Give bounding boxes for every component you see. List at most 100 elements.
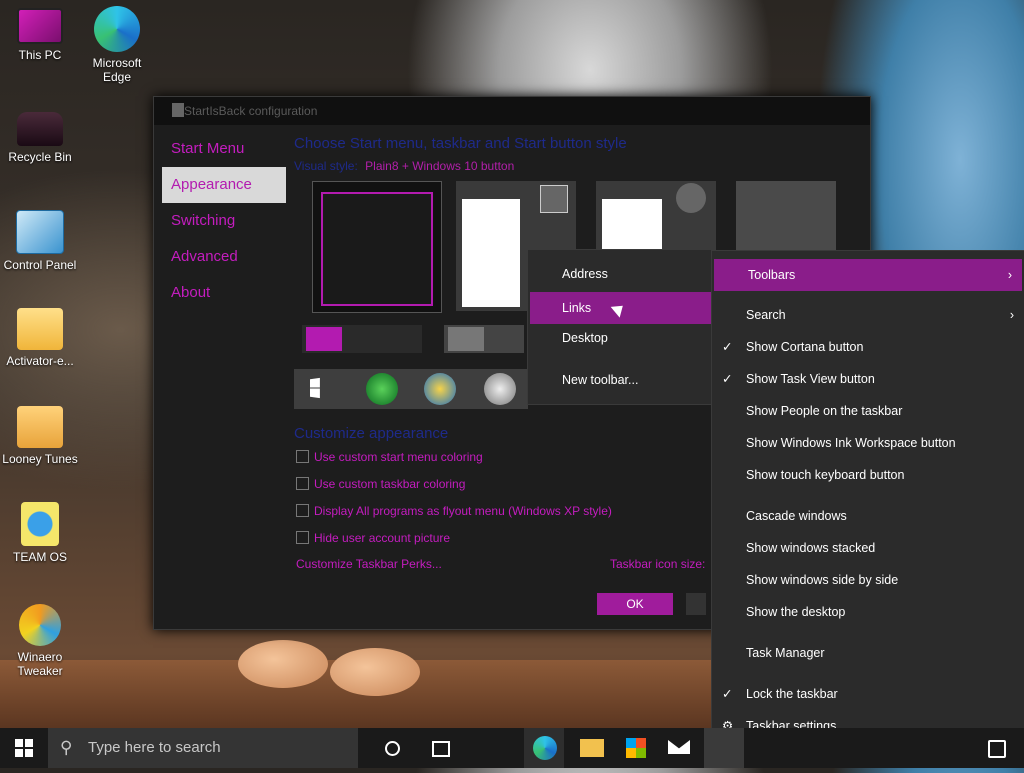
- checkbox[interactable]: [296, 504, 309, 517]
- taskbar-mail[interactable]: [660, 728, 700, 768]
- taskbar-edge[interactable]: [524, 728, 564, 768]
- desktop-icon-label: Looney Tunes: [2, 452, 78, 466]
- nav-about[interactable]: About: [162, 275, 286, 311]
- start-button[interactable]: [0, 728, 48, 768]
- menu-item-task-manager[interactable]: Task Manager: [712, 639, 1024, 667]
- menu-item-label: Show windows side by side: [746, 573, 899, 587]
- desktop-icon-recycle-bin[interactable]: Recycle Bin: [0, 112, 80, 164]
- orb-win7-icon[interactable]: [424, 373, 456, 405]
- taskbar-file-explorer[interactable]: [572, 728, 612, 768]
- desktop-icon-activator[interactable]: Activator-e...: [0, 308, 80, 368]
- windows-logo-icon: [15, 739, 33, 757]
- desktop-icon-label: Control Panel: [3, 258, 77, 272]
- menu-item-address[interactable]: Address: [528, 260, 714, 288]
- desktop-icon-label: Winaero Tweaker: [17, 650, 63, 678]
- menu-item-label: Task Manager: [746, 646, 825, 660]
- nav-start-menu[interactable]: Start Menu: [162, 131, 286, 167]
- edge-icon: [533, 736, 557, 760]
- menu-item-show-cortana[interactable]: ✓ Show Cortana button: [712, 333, 1024, 361]
- desktop-icon-label: TEAM OS: [12, 550, 67, 564]
- checkbox[interactable]: [296, 450, 309, 463]
- menu-item-search[interactable]: Search ›: [712, 301, 1024, 329]
- option-custom-start-coloring[interactable]: Use custom start menu coloring: [296, 450, 483, 464]
- desktop-icon-control-panel[interactable]: Control Panel: [0, 210, 80, 272]
- menu-item-new-toolbar[interactable]: New toolbar...: [528, 366, 714, 394]
- taskbar: ⚲ Type here to search: [0, 728, 1024, 768]
- start-orb-strip: [294, 369, 528, 409]
- orb-vista-icon[interactable]: [484, 373, 516, 405]
- option-hide-user-picture[interactable]: Hide user account picture: [296, 531, 450, 545]
- user-icon: [676, 183, 706, 213]
- checkbox[interactable]: [296, 477, 309, 490]
- menu-item-label: Show windows stacked: [746, 541, 876, 555]
- notification-icon[interactable]: [976, 728, 1016, 768]
- menu-item-toolbars[interactable]: Toolbars ›: [714, 259, 1022, 291]
- menu-item-side-by-side[interactable]: Show windows side by side: [712, 566, 1024, 594]
- action-center-icon: [988, 740, 1006, 758]
- edge-icon: [94, 6, 140, 52]
- folder-icon: [17, 308, 63, 350]
- nav-advanced[interactable]: Advanced: [162, 239, 286, 275]
- appearance-heading: Choose Start menu, taskbar and Start but…: [294, 135, 627, 152]
- start-button-style-1[interactable]: [302, 325, 422, 353]
- monitor-icon: [17, 8, 63, 44]
- nav-switching[interactable]: Switching: [162, 203, 286, 239]
- windows-logo-icon[interactable]: [310, 377, 320, 399]
- desktop-icon-looney-tunes[interactable]: Looney Tunes: [0, 406, 80, 466]
- ok-button[interactable]: OK: [597, 593, 673, 615]
- menu-item-stacked[interactable]: Show windows stacked: [712, 534, 1024, 562]
- desktop-icon-team-os[interactable]: TEAM OS: [0, 502, 80, 564]
- taskbar-startisback[interactable]: [704, 728, 744, 768]
- control-panel-icon: [16, 210, 64, 254]
- taskbar-search-box[interactable]: ⚲ Type here to search: [48, 728, 358, 768]
- style-thumb-plain8[interactable]: [312, 181, 442, 313]
- file-explorer-icon: [580, 739, 604, 757]
- menu-item-label: New toolbar...: [562, 373, 639, 387]
- start-button-style-2[interactable]: [444, 325, 524, 353]
- config-nav: Start Menu Appearance Switching Advanced…: [162, 131, 286, 311]
- menu-item-show-people[interactable]: Show People on the taskbar: [712, 397, 1024, 425]
- menu-item-desktop[interactable]: Desktop: [528, 324, 714, 352]
- option-label: Display All programs as flyout menu (Win…: [314, 504, 612, 518]
- folder-icon: [17, 406, 63, 448]
- desktop-icon-this-pc[interactable]: This PC: [0, 8, 80, 62]
- cancel-button[interactable]: [686, 593, 706, 615]
- menu-item-show-touch-keyboard[interactable]: Show touch keyboard button: [712, 461, 1024, 489]
- nav-appearance[interactable]: Appearance: [162, 167, 286, 203]
- task-view-button[interactable]: [420, 728, 460, 768]
- checkmark-icon: ✓: [722, 687, 733, 701]
- menu-item-cascade[interactable]: Cascade windows: [712, 502, 1024, 530]
- visual-style-value: Plain8 + Windows 10 button: [365, 159, 515, 173]
- taskbar-context-menu: Toolbars › Search › ✓ Show Cortana button ✓…: [711, 250, 1024, 746]
- menu-item-lock-taskbar[interactable]: ✓ Lock the taskbar: [712, 680, 1024, 708]
- checkbox[interactable]: [296, 531, 309, 544]
- menu-item-label: Cascade windows: [746, 509, 847, 523]
- app-icon: [172, 103, 184, 117]
- mouse-pointer-icon: [610, 300, 628, 318]
- taskbar-store[interactable]: [616, 728, 656, 768]
- option-flyout-programs[interactable]: Display All programs as flyout menu (Win…: [296, 504, 612, 518]
- menu-item-show-task-view[interactable]: ✓ Show Task View button: [712, 365, 1024, 393]
- chevron-right-icon: ›: [1007, 268, 1012, 282]
- option-custom-taskbar-coloring[interactable]: Use custom taskbar coloring: [296, 477, 465, 491]
- orb-green-icon[interactable]: [366, 373, 398, 405]
- desktop-icon-label: This PC: [18, 48, 62, 62]
- menu-item-show-ink[interactable]: Show Windows Ink Workspace button: [712, 429, 1024, 457]
- menu-item-label: Search: [746, 308, 786, 322]
- window-titlebar[interactable]: StartIsBack configuration: [154, 97, 870, 125]
- desktop-icon-label: Microsoft Edge: [92, 56, 142, 84]
- option-label: Hide user account picture: [314, 531, 451, 545]
- desktop-icon-label: Recycle Bin: [8, 150, 72, 164]
- menu-item-label: Desktop: [562, 331, 608, 345]
- checkmark-icon: ✓: [722, 372, 733, 386]
- desktop-icon-winaero-tweaker[interactable]: Winaero Tweaker: [0, 604, 80, 678]
- menu-item-links[interactable]: Links: [530, 292, 712, 324]
- menu-item-label: Toolbars: [748, 268, 796, 282]
- menu-item-label: Show the desktop: [746, 605, 846, 619]
- desktop-icon-edge[interactable]: Microsoft Edge: [77, 6, 157, 84]
- menu-item-show-desktop[interactable]: Show the desktop: [712, 598, 1024, 626]
- customize-taskbar-perks-link[interactable]: Customize Taskbar Perks...: [296, 557, 442, 571]
- task-view-icon: [432, 741, 450, 757]
- option-label: Use custom taskbar coloring: [314, 477, 466, 491]
- cortana-button[interactable]: [372, 728, 412, 768]
